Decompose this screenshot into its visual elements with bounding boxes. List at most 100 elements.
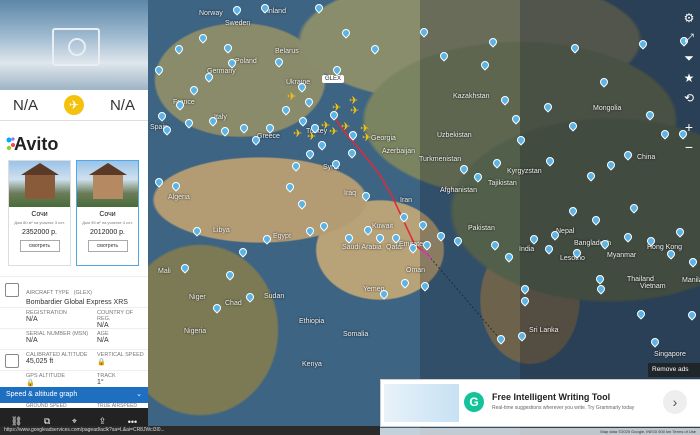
airport-pin-icon[interactable]	[545, 245, 552, 253]
filter-button[interactable]: ⏷	[678, 48, 700, 68]
airport-pin-icon[interactable]	[275, 58, 282, 66]
airport-pin-icon[interactable]	[651, 338, 658, 346]
airport-pin-icon[interactable]	[226, 271, 233, 279]
airport-pin-icon[interactable]	[530, 235, 537, 243]
chevron-right-icon[interactable]: ›	[663, 390, 687, 414]
airport-pin-icon[interactable]	[172, 182, 179, 190]
airport-pin-icon[interactable]	[246, 293, 253, 301]
airport-pin-icon[interactable]	[306, 227, 313, 235]
airport-pin-icon[interactable]	[364, 226, 371, 234]
airport-pin-icon[interactable]	[199, 34, 206, 42]
airport-pin-icon[interactable]	[213, 304, 220, 312]
airport-pin-icon[interactable]	[587, 172, 594, 180]
airport-pin-icon[interactable]	[181, 264, 188, 272]
airport-pin-icon[interactable]	[667, 250, 674, 258]
airport-pin-icon[interactable]	[239, 248, 246, 256]
aircraft-icon[interactable]: ✈	[287, 92, 296, 103]
airport-pin-icon[interactable]	[517, 136, 524, 144]
airport-pin-icon[interactable]	[676, 228, 683, 236]
airport-pin-icon[interactable]	[155, 66, 162, 74]
airport-pin-icon[interactable]	[440, 52, 447, 60]
airport-pin-icon[interactable]	[419, 221, 426, 229]
airport-pin-icon[interactable]	[298, 200, 305, 208]
airport-pin-icon[interactable]	[175, 45, 182, 53]
airport-pin-icon[interactable]	[630, 204, 637, 212]
remove-ads-button[interactable]: Remove ads	[648, 363, 700, 377]
airport-pin-icon[interactable]	[282, 106, 289, 114]
airport-pin-icon[interactable]	[521, 285, 528, 293]
airport-pin-icon[interactable]	[421, 282, 428, 290]
airport-pin-icon[interactable]	[624, 233, 631, 241]
airport-pin-icon[interactable]	[292, 162, 299, 170]
airport-pin-icon[interactable]	[491, 241, 498, 249]
airport-pin-icon[interactable]	[546, 157, 553, 165]
airport-pin-icon[interactable]	[332, 160, 339, 168]
airport-pin-icon[interactable]	[400, 213, 407, 221]
airport-pin-icon[interactable]	[544, 103, 551, 111]
airport-pin-icon[interactable]	[362, 192, 369, 200]
airport-pin-icon[interactable]	[376, 234, 383, 242]
airport-pin-icon[interactable]	[454, 237, 461, 245]
airport-pin-icon[interactable]	[401, 279, 408, 287]
airport-pin-icon[interactable]	[437, 232, 444, 240]
airport-pin-icon[interactable]	[342, 29, 349, 37]
airport-pin-icon[interactable]	[252, 136, 259, 144]
airport-pin-icon[interactable]	[221, 127, 228, 135]
ad-card[interactable]: Сочи Дом 80 м² на участке 3 сот. 2352000…	[8, 160, 71, 266]
airport-pin-icon[interactable]	[661, 130, 668, 138]
ad-view-button[interactable]: смотреть	[87, 240, 128, 252]
aircraft-icon[interactable]: ✈	[350, 106, 359, 117]
settings-button[interactable]: ⚙	[678, 8, 700, 28]
airport-pin-icon[interactable]	[345, 234, 352, 242]
airport-pin-icon[interactable]	[318, 141, 325, 149]
airport-pin-icon[interactable]	[266, 124, 273, 132]
aircraft-icon[interactable]: ✈	[332, 103, 341, 114]
aircraft-icon[interactable]: ✈	[341, 122, 350, 133]
airport-pin-icon[interactable]	[497, 335, 504, 343]
airport-pin-icon[interactable]	[512, 115, 519, 123]
airport-pin-icon[interactable]	[551, 231, 558, 239]
airport-pin-icon[interactable]	[320, 222, 327, 230]
ad-card[interactable]: Сочи Дом 95 м² на участке 4 сот. 2012000…	[76, 160, 139, 266]
aircraft-icon[interactable]: ✈	[329, 127, 338, 138]
aircraft-icon[interactable]: ✈	[307, 132, 316, 143]
airport-pin-icon[interactable]	[224, 44, 231, 52]
airport-pin-icon[interactable]	[205, 73, 212, 81]
airport-pin-icon[interactable]	[299, 117, 306, 125]
airport-pin-icon[interactable]	[521, 297, 528, 305]
airport-pin-icon[interactable]	[601, 240, 608, 248]
airport-pin-icon[interactable]	[193, 227, 200, 235]
airport-pin-icon[interactable]	[185, 119, 192, 127]
airport-pin-icon[interactable]	[505, 253, 512, 261]
aircraft-icon[interactable]: ✈	[362, 133, 371, 144]
airport-pin-icon[interactable]	[569, 207, 576, 215]
airport-pin-icon[interactable]	[240, 124, 247, 132]
airport-pin-icon[interactable]	[392, 234, 399, 242]
favorites-button[interactable]: ★	[678, 68, 700, 88]
airport-pin-icon[interactable]	[286, 183, 293, 191]
airport-pin-icon[interactable]	[600, 78, 607, 86]
more-button[interactable]: •••	[128, 417, 137, 427]
grammarly-ad[interactable]: G Free Intelligent Writing Tool Real-tim…	[380, 379, 700, 427]
airport-pin-icon[interactable]	[688, 311, 695, 319]
airport-pin-icon[interactable]	[190, 86, 197, 94]
airport-pin-icon[interactable]	[647, 237, 654, 245]
airport-pin-icon[interactable]	[592, 216, 599, 224]
airport-pin-icon[interactable]	[689, 258, 696, 266]
airport-pin-icon[interactable]	[371, 45, 378, 53]
airport-pin-icon[interactable]	[571, 44, 578, 52]
airport-pin-icon[interactable]	[607, 161, 614, 169]
zoom-out-button[interactable]: −	[678, 137, 700, 157]
airport-pin-icon[interactable]	[597, 285, 604, 293]
aircraft-icon[interactable]: ✈	[293, 129, 302, 140]
airport-pin-icon[interactable]	[624, 151, 631, 159]
airport-pin-icon[interactable]	[261, 4, 268, 12]
avito-ad[interactable]: Avito Сочи Дом 80 м² на участке 3 сот. 2…	[6, 128, 146, 271]
airport-pin-icon[interactable]	[305, 98, 312, 106]
airport-pin-icon[interactable]	[158, 112, 165, 120]
selected-flight-callsign[interactable]: GLEX	[322, 75, 345, 83]
airport-pin-icon[interactable]	[646, 111, 653, 119]
airport-pin-icon[interactable]	[423, 241, 430, 249]
airport-pin-icon[interactable]	[569, 122, 576, 130]
airport-pin-icon[interactable]	[460, 165, 467, 173]
